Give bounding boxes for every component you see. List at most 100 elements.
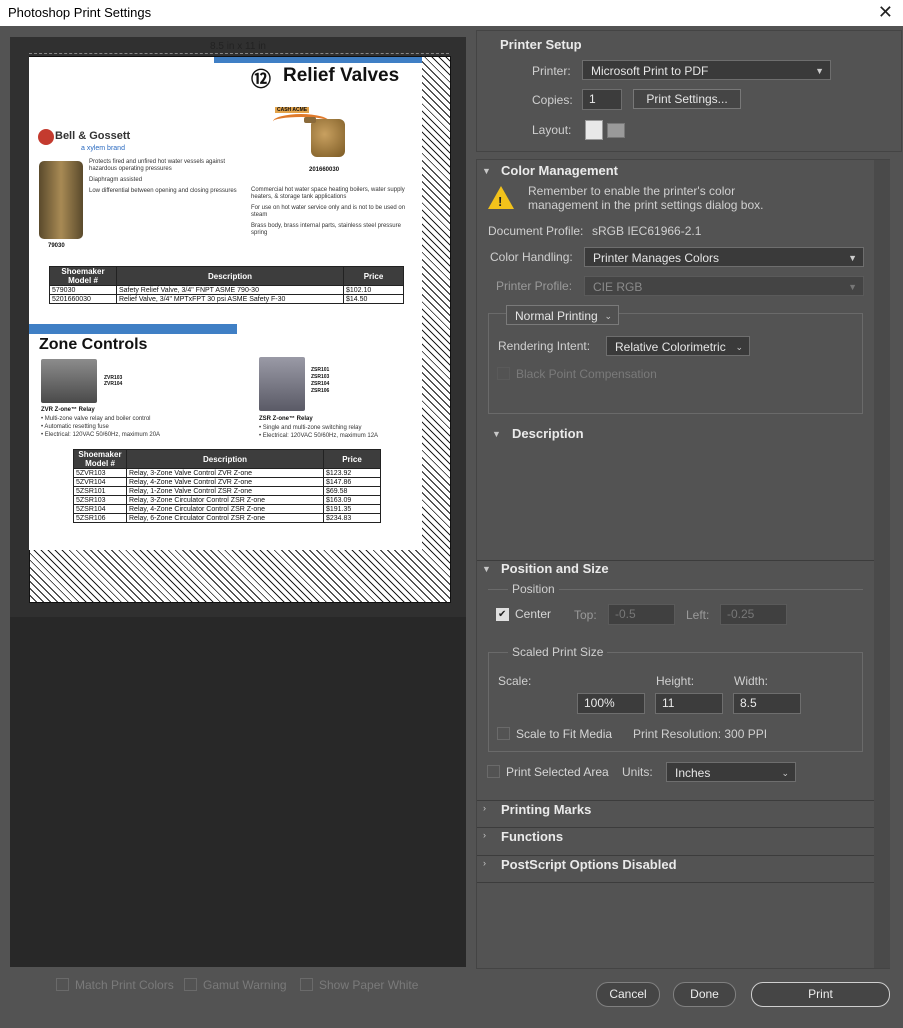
table-cell: 579030 xyxy=(49,285,117,295)
printer-profile-value: CIE RGB xyxy=(593,280,643,294)
table-cell: Relay, 3-Zone Circulator Control ZSR Z-o… xyxy=(126,495,324,505)
bullet-item: Low differential between opening and clo… xyxy=(89,188,237,194)
zsr-relay-image xyxy=(259,357,305,411)
checkbox-label: Match Print Colors xyxy=(75,978,174,992)
expand-triangle-icon[interactable]: › xyxy=(483,858,486,868)
chevron-down-icon: ⌄ xyxy=(604,311,612,321)
table-cell: 5ZSR106 xyxy=(73,513,127,523)
description-header[interactable]: Description xyxy=(512,426,584,441)
scrollbar[interactable] xyxy=(874,160,890,968)
section-title: Zone Controls xyxy=(39,336,148,353)
printer-setup-header: Printer Setup xyxy=(500,37,582,52)
color-handling-select[interactable]: Printer Manages Colors ▼ xyxy=(584,247,864,267)
landscape-layout-icon[interactable] xyxy=(607,123,625,138)
print-selected-area-checkbox[interactable]: Print Selected Area xyxy=(487,765,609,779)
collapse-triangle-icon[interactable]: ▼ xyxy=(492,429,501,439)
paper-size-label: 8.5 in x 11 in xyxy=(210,41,266,52)
cash-acme-logo: CASH ACME xyxy=(275,107,310,113)
printer-profile-label: Printer Profile: xyxy=(496,279,573,293)
show-paper-white-checkbox[interactable]: Show Paper White xyxy=(300,978,418,992)
zvr-relay-image xyxy=(41,359,97,403)
table-cell: Relief Valve, 3/4" MPTxFPT 30 psi ASME S… xyxy=(116,294,344,304)
detail-line: • Multi-zone valve relay and boiler cont… xyxy=(41,416,151,422)
print-button[interactable]: Print xyxy=(751,982,890,1007)
checkbox-box[interactable] xyxy=(184,978,197,991)
left-label: Left: xyxy=(686,608,710,622)
table-cell: 5201660030 xyxy=(49,294,117,304)
units-label: Units: xyxy=(622,765,653,779)
table-cell: Safety Relief Valve, 3/4" FNPT ASME 790-… xyxy=(116,285,344,295)
printing-marks-header[interactable]: Printing Marks xyxy=(501,802,591,817)
zvr-title: ZVR Z-one™ Relay xyxy=(41,407,95,413)
table-row: 579030 Safety Relief Valve, 3/4" FNPT AS… xyxy=(49,285,404,295)
zvr-details: • Multi-zone valve relay and boiler cont… xyxy=(41,415,241,439)
rendering-intent-label: Rendering Intent: xyxy=(498,339,591,353)
divider xyxy=(477,855,874,856)
table-cell: $14.50 xyxy=(343,294,404,304)
color-handling-label: Color Handling: xyxy=(490,250,573,264)
checkbox-box xyxy=(497,367,510,380)
chevron-down-icon: ▼ xyxy=(848,282,857,292)
units-select[interactable]: Inches ⌄ xyxy=(666,762,796,782)
normal-printing-value: Normal Printing xyxy=(515,309,598,323)
table-row: 5ZSR101 Relay, 1-Zone Valve Control ZSR Z… xyxy=(73,486,381,496)
collapse-triangle-icon[interactable]: ▼ xyxy=(482,564,491,574)
table-row: 5ZSR103 Relay, 3-Zone Circulator Control … xyxy=(73,495,381,505)
width-input[interactable]: 8.5 xyxy=(733,693,801,714)
table-cell: Relay, 3-Zone Valve Control ZVR Z-one xyxy=(126,468,324,478)
bullet-item: Commercial hot water space heating boile… xyxy=(251,187,405,200)
divider xyxy=(477,827,874,828)
print-settings-button[interactable]: Print Settings... xyxy=(633,89,741,109)
divider xyxy=(477,882,874,883)
table-row: 5ZSR104 Relay, 4-Zone Circulator Control … xyxy=(73,504,381,514)
brand-subtitle: a xylem brand xyxy=(81,145,125,152)
printer-label: Printer: xyxy=(532,64,571,78)
warning-icon-mark: ! xyxy=(498,194,503,209)
document-preview[interactable]: ⑫ Relief Valves CASH ACME 201660030 Bell… xyxy=(29,57,422,550)
checkbox-box[interactable] xyxy=(487,765,500,778)
cancel-button[interactable]: Cancel xyxy=(596,982,660,1007)
relief-valve-handle xyxy=(304,117,316,123)
match-print-colors-checkbox[interactable]: Match Print Colors xyxy=(56,978,174,992)
center-checkbox[interactable]: Center xyxy=(496,607,551,621)
table-cell: $102.10 xyxy=(343,285,404,295)
paper-edge-guide xyxy=(29,53,449,54)
color-management-header[interactable]: Color Management xyxy=(501,163,618,178)
expand-triangle-icon[interactable]: › xyxy=(483,803,486,813)
units-value: Inches xyxy=(675,766,711,780)
bullet-item: Protects fired and unfired hot water ves… xyxy=(89,159,226,172)
height-input[interactable]: 11 xyxy=(655,693,723,714)
normal-printing-select[interactable]: Normal Printing ⌄ xyxy=(506,305,619,325)
brand-name: Bell & Gossett xyxy=(55,130,131,142)
table-cell: $147.86 xyxy=(323,477,381,487)
table-cell: $234.83 xyxy=(323,513,381,523)
position-label: Position xyxy=(508,582,559,596)
column-header: Description xyxy=(126,449,324,469)
expand-triangle-icon[interactable]: › xyxy=(483,830,486,840)
portrait-layout-icon[interactable] xyxy=(585,120,603,140)
print-resolution: Print Resolution: 300 PPI xyxy=(633,727,768,741)
printer-select[interactable]: Microsoft Print to PDF ▼ xyxy=(582,60,831,80)
postscript-options-header[interactable]: PostScript Options Disabled xyxy=(501,857,677,872)
gamut-warning-checkbox[interactable]: Gamut Warning xyxy=(184,978,287,992)
zsr-models: ZSR101 ZSR103 ZSR104 ZSR106 xyxy=(311,367,330,394)
copies-input[interactable]: 1 xyxy=(582,89,622,110)
column-header: Price xyxy=(323,449,381,469)
checkbox-box[interactable] xyxy=(300,978,313,991)
checkbox-box[interactable] xyxy=(496,608,509,621)
scale-input[interactable]: 100% xyxy=(577,693,645,714)
section-bar xyxy=(29,324,237,334)
table-header-row: Shoemaker Model # Description Price xyxy=(49,266,404,286)
scale-to-fit-checkbox[interactable]: Scale to Fit Media xyxy=(497,727,612,741)
collapse-triangle-icon[interactable]: ▼ xyxy=(482,166,491,176)
done-button[interactable]: Done xyxy=(673,982,736,1007)
rendering-intent-select[interactable]: Relative Colorimetric ⌄ xyxy=(606,336,750,356)
header-bar xyxy=(214,57,422,63)
checkbox-box[interactable] xyxy=(497,727,510,740)
close-icon[interactable]: ✕ xyxy=(878,2,893,23)
checkbox-box[interactable] xyxy=(56,978,69,991)
scale-label: Scale: xyxy=(498,674,532,688)
position-size-header[interactable]: Position and Size xyxy=(501,561,609,576)
table-cell: 5ZSR103 xyxy=(73,495,127,505)
functions-header[interactable]: Functions xyxy=(501,829,563,844)
